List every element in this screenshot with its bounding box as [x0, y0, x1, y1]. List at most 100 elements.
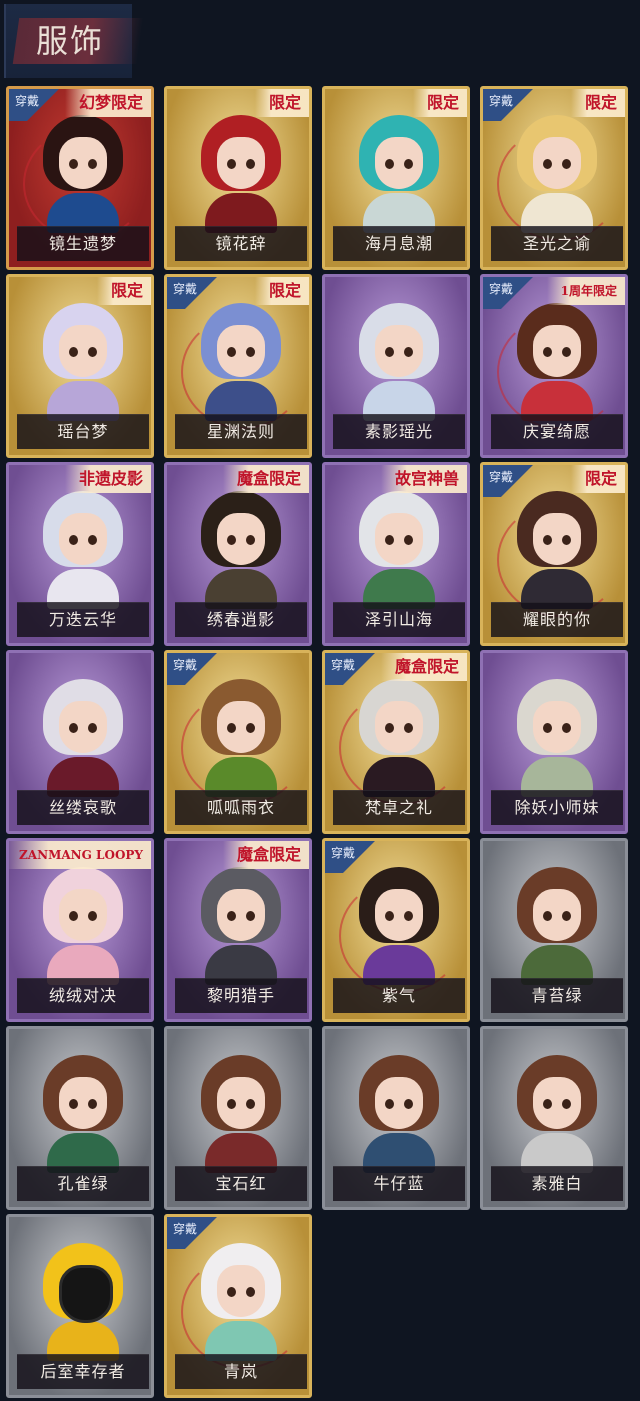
costume-card[interactable]: 丝缕哀歌 — [6, 650, 154, 834]
worn-badge: 穿戴 — [167, 653, 225, 685]
character-portrait — [43, 1055, 123, 1173]
costume-card[interactable]: 1周年限定 穿戴 庆宴绮愿 — [480, 274, 628, 458]
character-portrait — [359, 1055, 439, 1173]
character-portrait — [201, 115, 281, 233]
costume-card[interactable]: 限定 镜花辞 — [164, 86, 312, 270]
portrait-eye — [227, 723, 236, 733]
portrait-face — [59, 889, 107, 941]
portrait-face — [533, 701, 581, 753]
portrait-eye — [562, 723, 571, 733]
portrait-eye — [562, 347, 571, 357]
costume-name: 呱呱雨衣 — [175, 790, 307, 825]
character-portrait — [517, 303, 597, 421]
worn-badge: 穿戴 — [9, 89, 67, 121]
character-portrait — [517, 1055, 597, 1173]
portrait-eye — [385, 1099, 394, 1109]
limited-tag-badge: 限定 — [254, 277, 309, 305]
costume-card[interactable]: 孔雀绿 — [6, 1026, 154, 1210]
costume-name: 瑶台梦 — [17, 414, 149, 449]
costume-card[interactable]: 故宫神兽 泽引山海 — [322, 462, 470, 646]
costume-card[interactable]: 素雅白 — [480, 1026, 628, 1210]
portrait-eye — [69, 535, 78, 545]
costume-card[interactable]: 限定瑶台梦 — [6, 274, 154, 458]
portrait-face — [59, 1077, 107, 1129]
costume-name: 宝石红 — [175, 1166, 307, 1201]
portrait-eye — [543, 723, 552, 733]
portrait-face — [217, 1265, 265, 1317]
costume-card[interactable]: 魔盒限定 黎明猎手 — [164, 838, 312, 1022]
costume-name: 丝缕哀歌 — [17, 790, 149, 825]
portrait-eye — [69, 723, 78, 733]
limited-tag-badge: 限定 — [96, 277, 151, 305]
costume-card[interactable]: 限定 穿戴 星渊法则 — [164, 274, 312, 458]
costume-card[interactable]: 除妖小师妹 — [480, 650, 628, 834]
costume-name: 圣光之谕 — [491, 226, 623, 261]
character-portrait — [517, 115, 597, 233]
costume-card[interactable]: 穿戴 青岚 — [164, 1214, 312, 1398]
portrait-face — [533, 889, 581, 941]
portrait-face — [375, 513, 423, 565]
portrait-face — [59, 325, 107, 377]
portrait-eye — [562, 535, 571, 545]
portrait-face — [533, 1077, 581, 1129]
portrait-face — [59, 513, 107, 565]
costume-card[interactable]: 魔盒限定 穿戴 梵卓之礼 — [322, 650, 470, 834]
costume-name: 紫气 — [333, 978, 465, 1013]
portrait-face — [375, 701, 423, 753]
portrait-face — [217, 889, 265, 941]
costume-card[interactable]: 宝石红 — [164, 1026, 312, 1210]
portrait-eye — [246, 159, 255, 169]
costume-name: 绒绒对决 — [17, 978, 149, 1013]
portrait-eye — [227, 347, 236, 357]
portrait-face — [217, 325, 265, 377]
limited-tag-badge: 非遗皮影 — [64, 465, 151, 493]
costume-card[interactable]: 幻梦限定 穿戴 镜生遗梦 — [6, 86, 154, 270]
portrait-eye — [404, 347, 413, 357]
costume-name: 青岚 — [175, 1354, 307, 1389]
costume-card[interactable]: 穿戴 紫气 — [322, 838, 470, 1022]
costume-name: 镜花辞 — [175, 226, 307, 261]
character-portrait — [359, 679, 439, 797]
portrait-eye — [246, 1099, 255, 1109]
character-portrait — [43, 679, 123, 797]
costume-card[interactable]: 穿戴呱呱雨衣 — [164, 650, 312, 834]
portrait-face — [375, 137, 423, 189]
costume-name: 青苔绿 — [491, 978, 623, 1013]
portrait-eye — [404, 1099, 413, 1109]
costume-card[interactable]: 魔盒限定 绣春逍影 — [164, 462, 312, 646]
costume-name: 梵卓之礼 — [333, 790, 465, 825]
costume-name: 除妖小师妹 — [491, 790, 623, 825]
costume-card[interactable]: 限定 穿戴 圣光之谕 — [480, 86, 628, 270]
costume-card[interactable]: ZANMANG LOOPY 绒绒对决 — [6, 838, 154, 1022]
costume-name: 海月息潮 — [333, 226, 465, 261]
limited-tag-badge: 1周年限定 — [546, 277, 625, 305]
portrait-eye — [88, 911, 97, 921]
costume-card[interactable]: 青苔绿 — [480, 838, 628, 1022]
worn-badge: 穿戴 — [483, 465, 541, 497]
portrait-face — [217, 1077, 265, 1129]
costume-card[interactable]: 非遗皮影 万迭云华 — [6, 462, 154, 646]
character-portrait — [201, 679, 281, 797]
limited-tag-badge: 魔盒限定 — [380, 653, 467, 681]
portrait-eye — [88, 159, 97, 169]
costume-name: 素影瑶光 — [333, 414, 465, 449]
portrait-eye — [246, 723, 255, 733]
costume-name: 镜生遗梦 — [17, 226, 149, 261]
portrait-eye — [88, 347, 97, 357]
portrait-face — [217, 701, 265, 753]
character-portrait — [517, 491, 597, 609]
costume-card[interactable]: 后室幸存者 — [6, 1214, 154, 1398]
costume-card[interactable]: 限定 穿戴 耀眼的你 — [480, 462, 628, 646]
limited-tag-badge: 故宫神兽 — [380, 465, 467, 493]
costume-card[interactable]: 限定 海月息潮 — [322, 86, 470, 270]
portrait-eye — [227, 1287, 236, 1297]
costume-name: 后室幸存者 — [17, 1354, 149, 1389]
section-header: 服饰 — [4, 4, 144, 78]
portrait-face — [59, 701, 107, 753]
portrait-eye — [227, 535, 236, 545]
portrait-eye — [246, 347, 255, 357]
costume-card[interactable]: 素影瑶光 — [322, 274, 470, 458]
portrait-face — [375, 325, 423, 377]
costume-card[interactable]: 牛仔蓝 — [322, 1026, 470, 1210]
portrait-eye — [88, 1099, 97, 1109]
